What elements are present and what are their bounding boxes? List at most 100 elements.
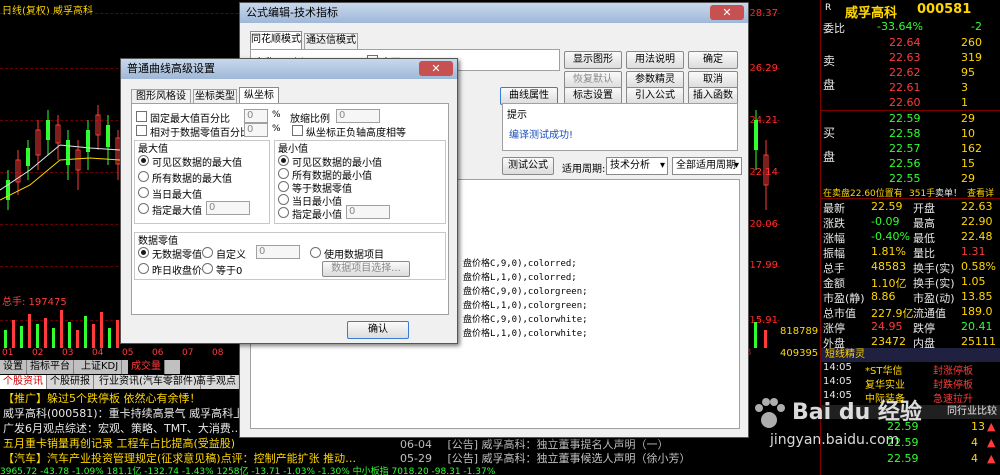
stat-value: 8.86 [871, 290, 896, 303]
fixed-max-pct-field[interactable]: 0 [244, 109, 268, 123]
data-item-select-button[interactable]: 数据项目选择... [322, 261, 410, 277]
zero-equal-zero-radio[interactable] [202, 263, 213, 274]
zero-prev-close-radio[interactable] [138, 263, 149, 274]
close-icon[interactable]: ✕ [419, 61, 453, 76]
period-select[interactable]: 技术分析 ▾ [606, 157, 668, 175]
tab-industry-news[interactable]: 行业资讯(汽车零部件) [96, 375, 201, 389]
elf-row[interactable]: 14:05 复华实业 封跌停板 [821, 376, 1000, 391]
tab-kdj[interactable]: 上证KDJ [78, 360, 123, 374]
news-item[interactable]: 威孚高科(000581)：重卡持续高景气 威孚高科上 [3, 405, 244, 421]
tab-expert-views[interactable]: 高手观点 [193, 375, 240, 389]
show-graph-button[interactable]: 显示图形 [564, 51, 622, 69]
axis-tick: 04 [92, 348, 104, 358]
stat-label: 流通值 [913, 307, 946, 320]
stat-row: 外盘 23472 内盘 25111 [821, 335, 1000, 350]
same-height-checkbox[interactable] [292, 125, 303, 136]
min-custom-field[interactable]: 0 [346, 205, 390, 219]
sell-row[interactable]: 22.61 3 [821, 81, 1000, 94]
stock-name: 威孚高科 [845, 6, 898, 21]
period2-select[interactable]: 全部适用周期 ▾ [672, 157, 742, 175]
sell-price: 22.61 [889, 81, 921, 94]
scale-field[interactable]: 0 [336, 109, 380, 123]
axis-tick: 03 [62, 348, 74, 358]
zero-data-item-radio[interactable] [310, 247, 321, 258]
stat-label: 最高 [913, 217, 935, 230]
axis-tick: 01 [2, 348, 14, 358]
chevron-down-icon: ▾ [659, 160, 665, 171]
min-custom-label: 指定最小值 [292, 210, 342, 221]
buy-row[interactable]: 22.55 29 [821, 172, 1000, 185]
max-today-radio[interactable] [138, 187, 149, 198]
buy-row[interactable]: 22.57 162 [821, 142, 1000, 155]
stat-row: 总手 48583 换手(实) 0.58% [821, 260, 1000, 275]
tab-style[interactable]: 图形风格设置 [131, 89, 191, 115]
up-arrow-icon: ▲ [987, 436, 996, 449]
min-today-radio[interactable] [278, 194, 289, 205]
zero-none-radio[interactable] [138, 247, 149, 258]
rel-zero-pct-checkbox[interactable] [136, 125, 147, 136]
stat-value: 1.81% [871, 245, 906, 258]
buy-row[interactable]: 22.58 10 [821, 127, 1000, 140]
max-custom-field[interactable]: 0 [206, 201, 250, 215]
min-zero-radio[interactable] [278, 181, 289, 192]
close-icon[interactable]: ✕ [710, 5, 744, 20]
max-visible-radio[interactable] [138, 155, 149, 166]
sell-row[interactable]: 22.64 260 [821, 36, 1000, 49]
sell-row[interactable]: 22.60 1 [821, 96, 1000, 109]
axis-tick: 05 [122, 348, 134, 358]
news-item[interactable]: 广发6月观点综述：宏观、策略、TMT、大消费… [3, 420, 242, 436]
max-all-radio[interactable] [138, 171, 149, 182]
min-all-radio[interactable] [278, 168, 289, 179]
fixed-max-pct-label: 固定最大值百分比 [150, 114, 230, 125]
confirm-button[interactable]: 确认 [347, 321, 409, 339]
stat-row: 市盈(静) 8.86 市盈(动) 13.85 [821, 290, 1000, 305]
test-formula-button[interactable]: 测试公式 [502, 157, 554, 175]
formula-title: 公式编辑-技术指标 [246, 6, 338, 19]
max-custom-radio[interactable] [138, 203, 149, 214]
ok-button[interactable]: 确定 [688, 51, 738, 69]
usage-button[interactable]: 用法说明 [626, 51, 684, 69]
zero-custom-radio[interactable] [202, 247, 213, 258]
tab-volume[interactable]: 成交量 [128, 360, 165, 374]
tab-indicator-platform[interactable]: 指标平台 [27, 360, 74, 374]
min-custom-radio[interactable] [278, 207, 289, 218]
news-item[interactable]: 【推广】躲过5个跌停板 依然心有余悸！ [3, 390, 201, 406]
stat-value: -0.40% [871, 230, 910, 243]
stat-row: 金额 1.10亿 换手(实) 1.05 [821, 275, 1000, 290]
period-label: 适用周期: [562, 164, 606, 175]
sell-row[interactable]: 22.63 319 [821, 51, 1000, 64]
axis-tick: 08 [212, 348, 224, 358]
buy-price: 22.56 [889, 157, 921, 170]
tab-settings[interactable]: 设置 [0, 360, 27, 374]
tab-coord-type[interactable]: 坐标类型 [193, 89, 237, 103]
curve-title-bar[interactable]: 普通曲线高级设置 ✕ [121, 59, 457, 79]
news-item[interactable]: 五月重卡销量再创记录 工程车占比提高(受益股) [3, 435, 235, 451]
elf-title: 短线精灵 [821, 348, 1000, 362]
tab-stock-report[interactable]: 个股研报 [47, 375, 94, 389]
weibi-value: -33.64% [877, 20, 923, 33]
pct-unit: % [272, 110, 281, 120]
buy-row[interactable]: 22.59 29 [821, 112, 1000, 125]
stat-value: 22.63 [961, 200, 993, 213]
period2-select-value: 全部适用周期 [676, 160, 736, 171]
tab-ths-mode[interactable]: 同花顺模式 [250, 31, 302, 49]
rel-zero-pct-field[interactable]: 0 [244, 123, 268, 137]
sell-vol: 95 [961, 66, 975, 79]
min-visible-radio[interactable] [278, 155, 289, 166]
stat-label: 金额 [823, 277, 845, 290]
stat-label: 总市值 [823, 307, 856, 320]
tab-y-axis[interactable]: 纵坐标 [239, 87, 279, 103]
up-arrow-icon: ▲ [987, 420, 996, 433]
elf-row[interactable]: 14:05 *ST华信 封涨停板 [821, 362, 1000, 377]
stat-label: 量比 [913, 247, 935, 260]
period-select-value: 技术分析 [610, 160, 650, 171]
r-badge: R [825, 3, 832, 13]
price-label: 28.37 [749, 8, 778, 19]
formula-title-bar[interactable]: 公式编辑-技术指标 ✕ [240, 3, 748, 23]
zero-custom-field[interactable]: 0 [256, 245, 300, 259]
buy-row[interactable]: 22.56 15 [821, 157, 1000, 170]
tab-stock-news[interactable]: 个股资讯 [0, 375, 47, 389]
sell-row[interactable]: 22.62 95 [821, 66, 1000, 79]
fixed-max-pct-checkbox[interactable] [136, 111, 147, 122]
tab-tdx-mode[interactable]: 通达信模式 [304, 33, 358, 49]
